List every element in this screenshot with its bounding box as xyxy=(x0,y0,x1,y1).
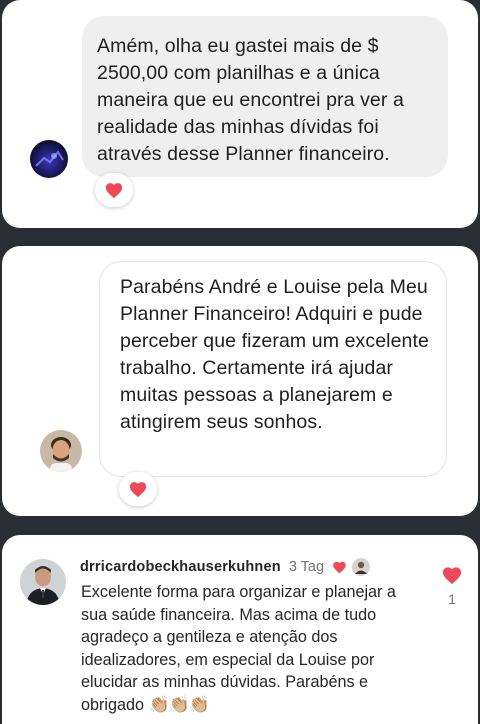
like-count[interactable]: 1 xyxy=(448,591,456,607)
comment-body: Excelente forma para organizar e planeja… xyxy=(81,581,421,716)
user-avatar[interactable] xyxy=(20,559,66,605)
creator-avatar xyxy=(352,558,371,576)
user-avatar[interactable] xyxy=(40,430,82,472)
reaction-chip[interactable] xyxy=(119,472,157,506)
username[interactable]: drricardobeckhauserkuhnen xyxy=(80,559,281,575)
comment-card-2: Parabéns André e Louise pela Meu Planner… xyxy=(2,246,478,516)
comment-time: 3 Tag xyxy=(288,559,325,575)
comment-bubble: Amém, olha eu gastei mais de $ 2500,00 c… xyxy=(82,16,448,177)
comment-card-1: Amém, olha eu gastei mais de $ 2500,00 c… xyxy=(2,0,478,228)
heart-icon xyxy=(129,482,147,498)
user-avatar[interactable] xyxy=(30,140,68,178)
comment-text: Amém, olha eu gastei mais de $ 2500,00 c… xyxy=(97,35,404,165)
comment-text: Parabéns André e Louise pela Meu Planner… xyxy=(120,276,429,433)
comment-bubble: Parabéns André e Louise pela Meu Planner… xyxy=(99,261,447,477)
like-control: 1 xyxy=(440,565,464,607)
comment-header: drricardobeckhauserkuhnen 3 Tag xyxy=(80,557,371,577)
like-heart-icon[interactable] xyxy=(441,565,463,585)
heart-icon xyxy=(105,183,123,199)
creator-liked-heart-icon xyxy=(333,561,346,574)
comment-card-3: drricardobeckhauserkuhnen 3 Tag Excelent… xyxy=(2,535,478,724)
reaction-chip[interactable] xyxy=(95,173,133,207)
clapping-hands-emoji: 👏🏼👏🏼👏🏼 xyxy=(148,694,211,714)
comment-text: Excelente forma para organizar e planeja… xyxy=(81,583,396,714)
